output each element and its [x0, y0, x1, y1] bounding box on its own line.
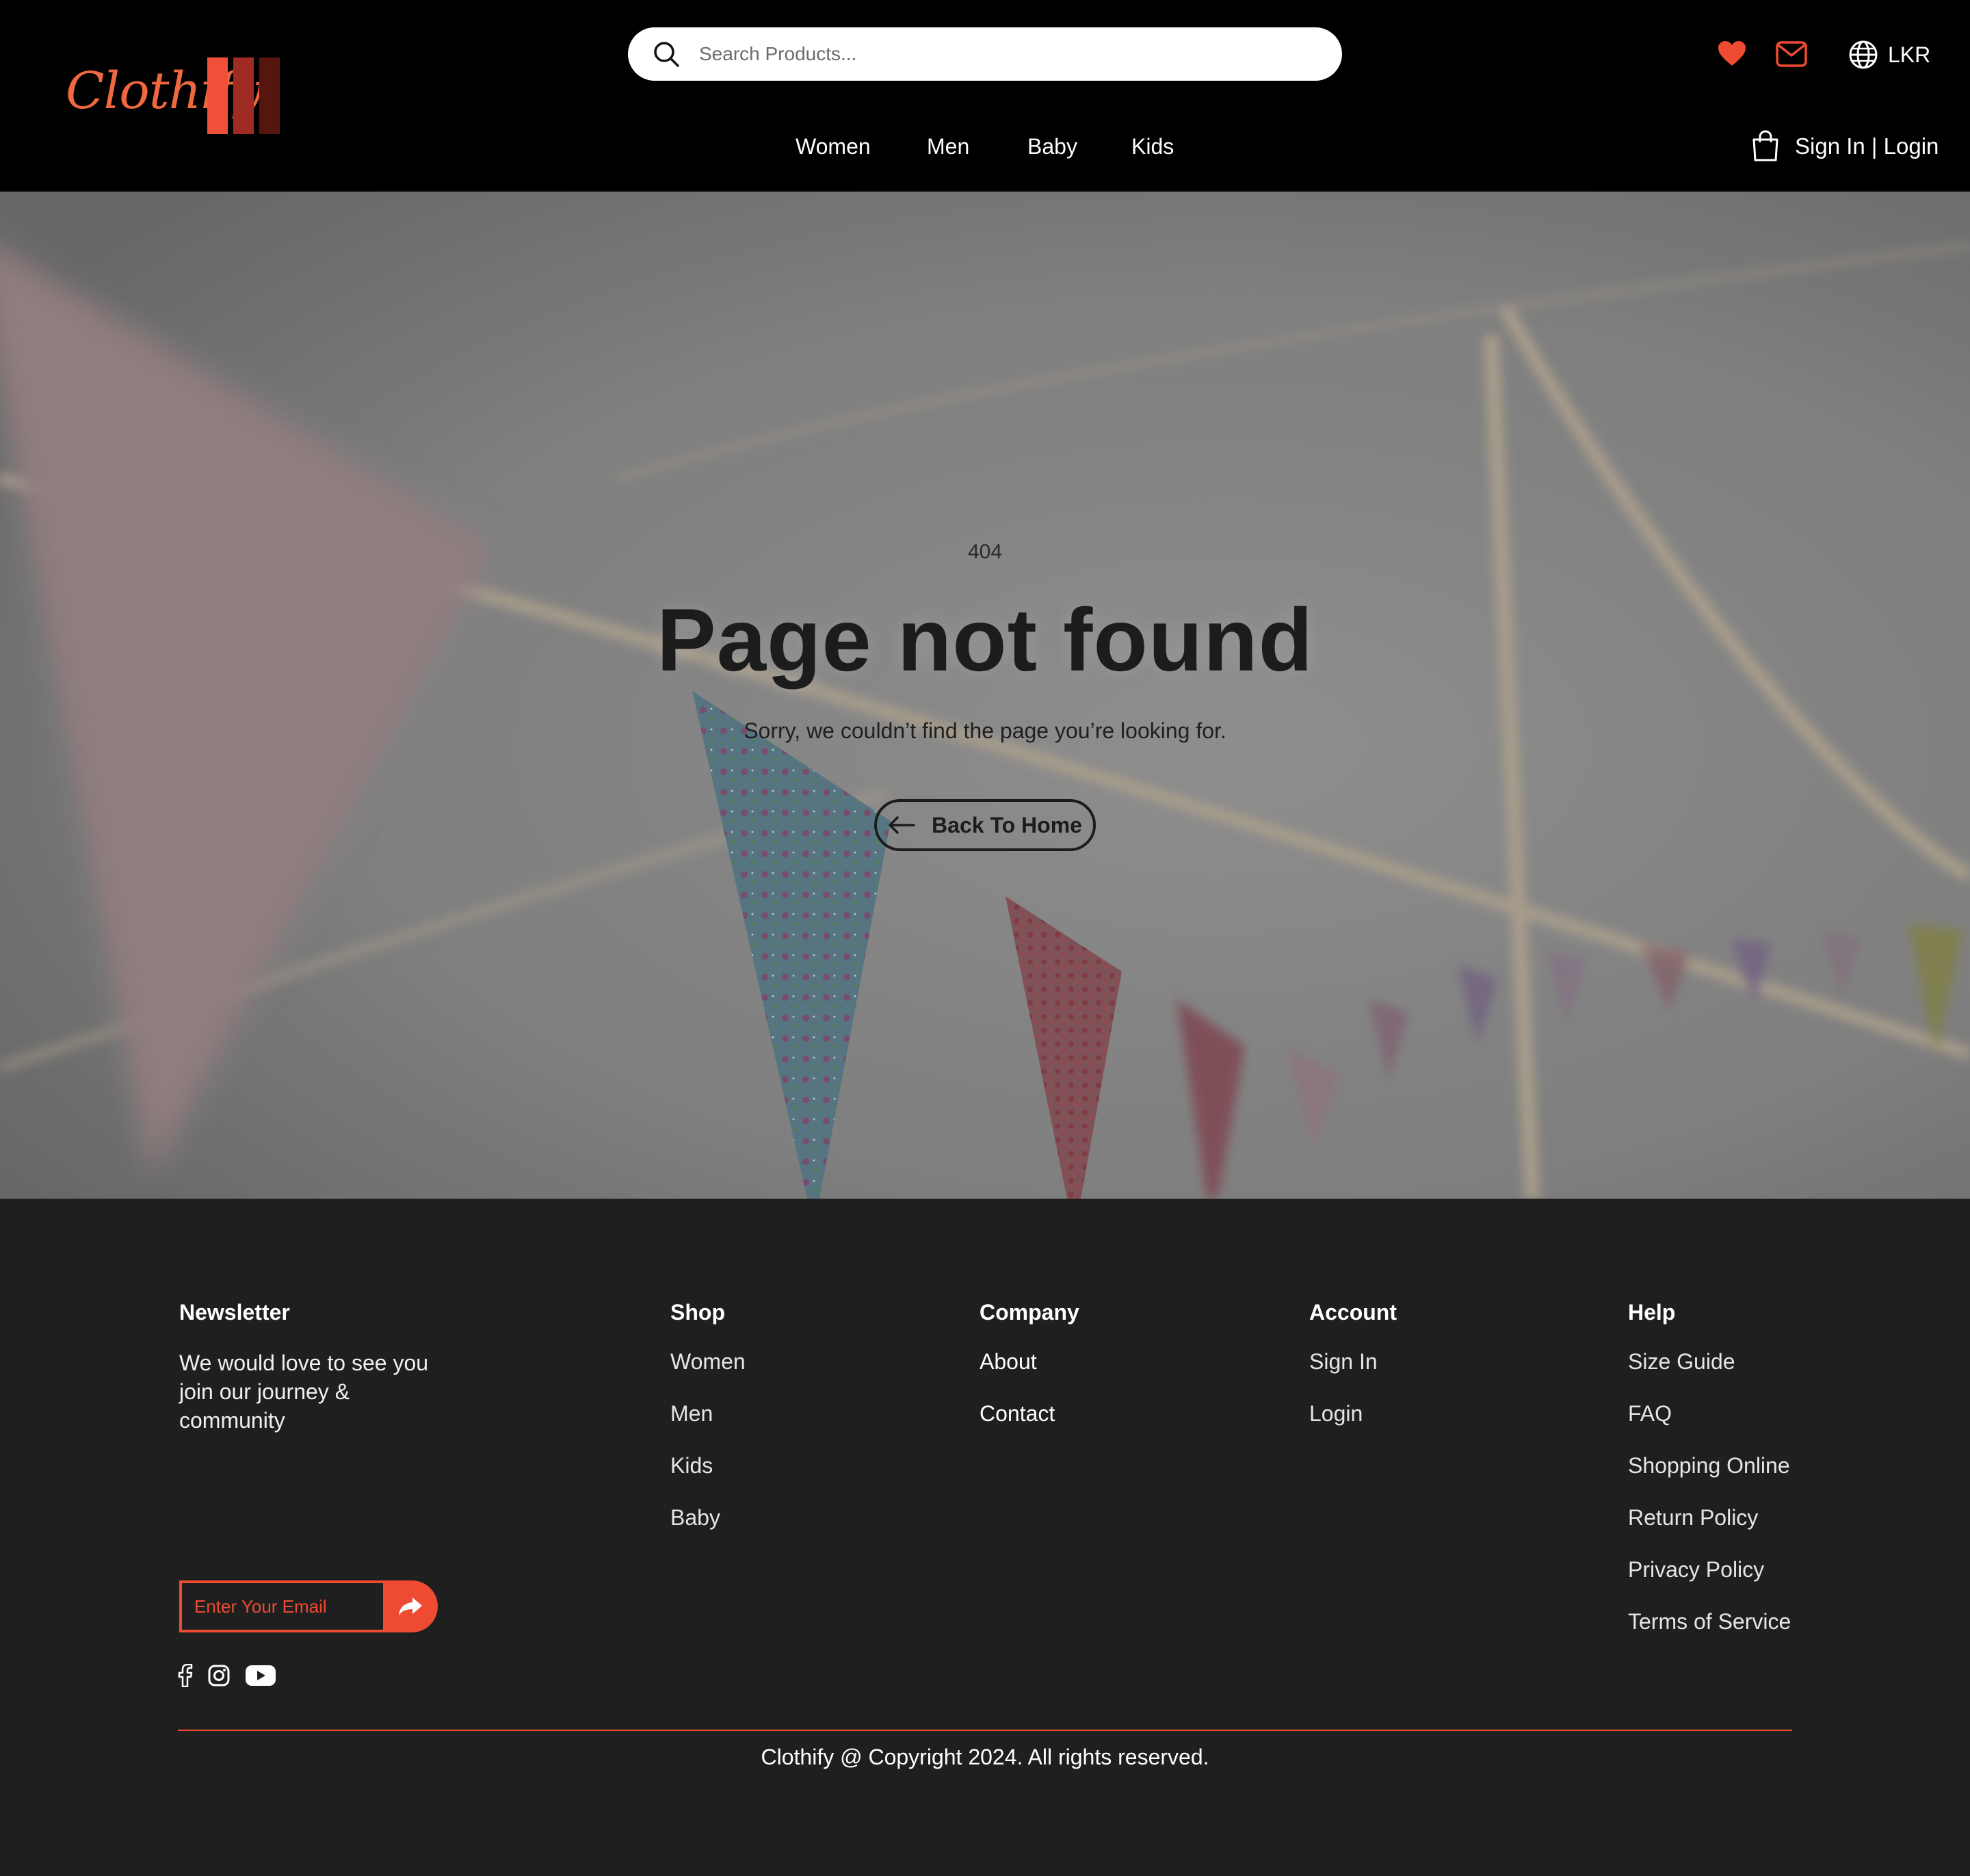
error-description: Sorry, we couldn’t find the page you’re … — [744, 718, 1226, 743]
site-header: Clothify LKR Women Men Baby — [0, 0, 1970, 192]
instagram-icon[interactable] — [208, 1665, 230, 1686]
nav-baby[interactable]: Baby — [1027, 134, 1077, 159]
back-to-home-button[interactable]: Back To Home — [874, 799, 1096, 851]
youtube-icon[interactable] — [245, 1664, 276, 1687]
footer-newsletter: Newsletter We would love to see you join… — [179, 1300, 453, 1632]
company-heading: Company — [980, 1300, 1079, 1325]
shop-heading: Shop — [670, 1300, 725, 1325]
site-footer: Newsletter We would love to see you join… — [0, 1199, 1970, 1876]
search-icon[interactable] — [653, 40, 680, 68]
copyright-text: Clothify @ Copyright 2024. All rights re… — [761, 1745, 1209, 1769]
footer-account: Account Sign In Login — [1309, 1300, 1397, 1452]
help-heading: Help — [1628, 1300, 1676, 1325]
footer-link-baby[interactable]: Baby — [670, 1504, 746, 1530]
footer-link-terms[interactable]: Terms of Service — [1628, 1608, 1791, 1634]
footer-link-shopping-online[interactable]: Shopping Online — [1628, 1452, 1791, 1478]
footer-link-login[interactable]: Login — [1309, 1401, 1397, 1426]
currency-label: LKR — [1888, 42, 1931, 67]
footer-link-privacy-policy[interactable]: Privacy Policy — [1628, 1556, 1791, 1582]
footer-link-faq[interactable]: FAQ — [1628, 1401, 1791, 1426]
footer-link-men[interactable]: Men — [670, 1401, 746, 1426]
error-message-block: 404 Page not found Sorry, we couldn’t fi… — [0, 192, 1970, 1199]
footer-divider — [178, 1730, 1792, 1731]
search-input[interactable] — [699, 27, 1315, 81]
footer-link-kids[interactable]: Kids — [670, 1452, 746, 1478]
heart-icon[interactable] — [1717, 40, 1747, 67]
nav-men[interactable]: Men — [927, 134, 969, 159]
newsletter-submit-button[interactable] — [383, 1580, 438, 1632]
back-to-home-label: Back To Home — [932, 812, 1082, 837]
footer-link-about[interactable]: About — [980, 1349, 1079, 1375]
footer-link-return-policy[interactable]: Return Policy — [1628, 1504, 1791, 1530]
newsletter-heading: Newsletter — [179, 1300, 290, 1325]
footer-link-size-guide[interactable]: Size Guide — [1628, 1349, 1791, 1375]
newsletter-text: We would love to see you join our journe… — [179, 1351, 429, 1433]
footer-link-women[interactable]: Women — [670, 1349, 746, 1375]
newsletter-form — [179, 1580, 438, 1632]
clothify-logo[interactable]: Clothify — [66, 56, 285, 138]
footer-help: Help Size Guide FAQ Shopping Online Retu… — [1628, 1300, 1791, 1660]
arrow-left-icon — [889, 816, 915, 834]
share-arrow-icon — [399, 1598, 422, 1615]
main-nav: Women Men Baby Kids — [0, 134, 1970, 164]
nav-kids[interactable]: Kids — [1131, 134, 1174, 159]
auth-area: Sign In | Login — [1751, 130, 1939, 163]
nav-women[interactable]: Women — [796, 134, 871, 159]
mail-icon[interactable] — [1776, 41, 1807, 67]
facebook-icon[interactable] — [178, 1664, 193, 1687]
social-links — [178, 1664, 276, 1687]
search-bar — [628, 27, 1342, 81]
footer-company: Company About Contact — [980, 1300, 1079, 1452]
error-code: 404 — [967, 540, 1003, 563]
sign-in-login-link[interactable]: Sign In | Login — [1795, 133, 1939, 159]
shopping-bag-icon[interactable] — [1751, 130, 1780, 163]
footer-link-contact[interactable]: Contact — [980, 1401, 1079, 1426]
page-title: Page not found — [657, 590, 1313, 690]
newsletter-email-input[interactable] — [179, 1580, 386, 1632]
footer-link-sign-in[interactable]: Sign In — [1309, 1349, 1397, 1375]
account-heading: Account — [1309, 1300, 1397, 1325]
logo-bars — [207, 57, 281, 134]
hero-404: 404 Page not found Sorry, we couldn’t fi… — [0, 192, 1970, 1199]
footer-shop: Shop Women Men Kids Baby — [670, 1300, 746, 1556]
currency-selector[interactable]: LKR — [1848, 40, 1930, 70]
globe-icon — [1849, 40, 1878, 69]
